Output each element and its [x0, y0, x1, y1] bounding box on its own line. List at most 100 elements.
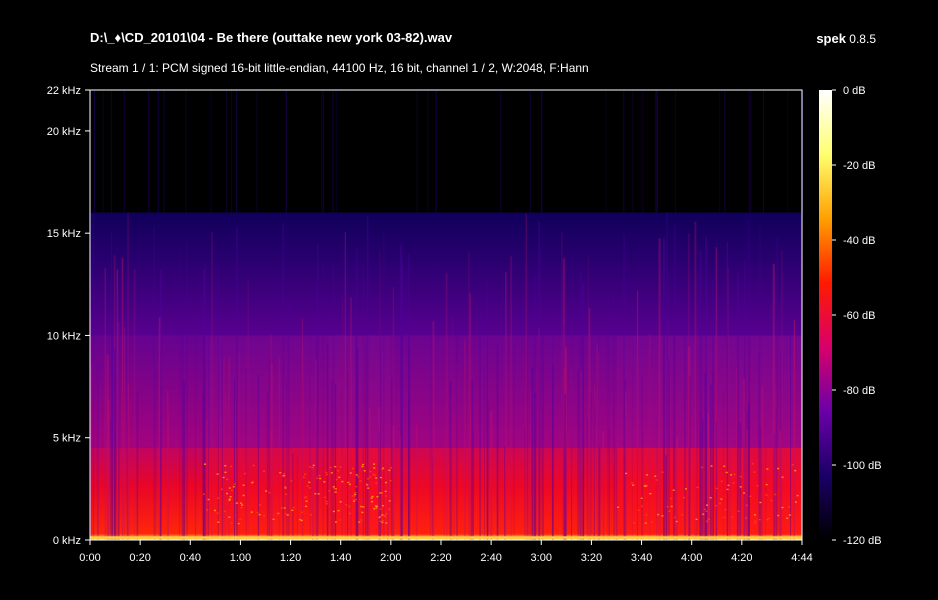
- harmonic-dot: [309, 514, 312, 516]
- spectral-streak: [745, 213, 747, 541]
- y-axis: 0 kHz 5 kHz 10 kHz 15 kHz 20 kHz 22 kHz: [47, 85, 90, 547]
- spectral-streak: [110, 419, 111, 540]
- harmonic-dot: [794, 501, 797, 503]
- harmonic-dot: [375, 477, 378, 479]
- spectral-streak: [613, 294, 616, 540]
- harmonic-dot: [749, 495, 752, 498]
- harmonic-dot: [361, 465, 364, 468]
- harmonic-dot: [335, 478, 338, 481]
- spectral-streak: [387, 449, 389, 540]
- harmonic-dot: [373, 474, 376, 476]
- spectral-streak: [596, 344, 598, 540]
- harmonic-dot: [754, 520, 757, 522]
- harmonic-dot: [765, 483, 768, 486]
- harmonic-dot: [339, 466, 342, 468]
- harmonic-dot: [228, 516, 231, 518]
- harmonic-dot: [730, 474, 733, 476]
- harmonic-dot: [371, 495, 374, 498]
- harmonic-dot: [216, 512, 219, 514]
- spectral-streak: [181, 330, 184, 540]
- harmonic-dot: [323, 481, 326, 483]
- x-tick-label: 2:00: [380, 552, 401, 564]
- harmonic-dot: [379, 476, 382, 479]
- harmonic-dot: [362, 463, 365, 466]
- spectral-streak: [344, 232, 346, 541]
- x-tick-label: 3:40: [631, 552, 652, 564]
- spectral-streak: [111, 232, 112, 540]
- x-axis: 0:00 0:20 0:40 1:00 1:20 1:40 2:00 2:20 2:40 3:00…: [79, 540, 813, 564]
- spectral-streak: [221, 342, 223, 540]
- harmonic-dot: [703, 508, 706, 511]
- harmonic-dot: [291, 509, 294, 512]
- spectral-streak: [126, 278, 128, 540]
- harmonic-dot: [258, 504, 261, 506]
- spectral-streak: [317, 243, 319, 540]
- harmonic-dot: [759, 501, 762, 504]
- spectral-streak: [332, 263, 335, 540]
- harmonic-dot: [325, 500, 328, 503]
- spectral-streak: [586, 419, 589, 540]
- harmonic-dot: [673, 516, 676, 519]
- harmonic-dot: [228, 498, 231, 500]
- harmonic-dot: [715, 487, 718, 490]
- spectral-streak: [727, 267, 730, 540]
- harmonic-dot: [347, 481, 350, 484]
- harmonic-dot: [774, 493, 777, 496]
- harmonic-dot: [278, 512, 281, 515]
- spectral-streak: [656, 90, 658, 213]
- spectral-streak: [743, 392, 745, 540]
- spectral-streak: [383, 232, 385, 540]
- harmonic-dot: [241, 504, 244, 506]
- colorbar-tick-label: -100 dB: [843, 460, 882, 472]
- spectral-streak: [525, 214, 527, 540]
- harmonic-dot: [305, 500, 308, 502]
- bass-line: [90, 536, 802, 539]
- spectral-streak: [781, 250, 783, 540]
- harmonic-dot: [358, 521, 361, 523]
- spectral-streak: [597, 352, 600, 540]
- harmonic-dot: [230, 489, 233, 492]
- harmonic-dot: [661, 471, 664, 473]
- harmonic-dot: [325, 471, 328, 474]
- harmonic-dot: [330, 472, 333, 474]
- harmonic-dot: [355, 474, 358, 476]
- harmonic-dot: [230, 522, 233, 525]
- spectral-streak: [233, 378, 235, 540]
- spectral-streak: [540, 248, 542, 541]
- harmonic-dot: [766, 468, 769, 470]
- harmonic-dot: [375, 482, 378, 484]
- spectral-streak: [160, 270, 162, 540]
- spectral-streak: [631, 280, 633, 540]
- harmonic-dot: [753, 471, 756, 473]
- y-tick-label: 5 kHz: [53, 433, 81, 445]
- spectral-streak: [287, 299, 290, 540]
- harmonic-dot: [284, 513, 287, 515]
- spectral-streak: [655, 90, 657, 213]
- harmonic-dot: [766, 519, 769, 521]
- harmonic-dot: [758, 518, 761, 521]
- harmonic-dot: [373, 508, 376, 510]
- spectral-streak: [399, 435, 401, 540]
- harmonic-dot: [332, 510, 335, 513]
- harmonic-dot: [263, 515, 266, 517]
- harmonic-dot: [695, 518, 698, 521]
- spectral-streak: [588, 307, 591, 540]
- harmonic-dot: [239, 502, 242, 504]
- spectral-streak: [270, 334, 272, 540]
- harmonic-dot: [265, 490, 268, 492]
- harmonic-dot: [720, 498, 723, 500]
- spectral-streak: [153, 227, 155, 541]
- harmonic-dot: [732, 482, 735, 484]
- spectral-streak: [104, 268, 106, 540]
- spectral-streak: [92, 214, 95, 540]
- harmonic-dot: [788, 514, 791, 516]
- spectral-streak: [179, 250, 181, 540]
- spectral-streak: [709, 384, 712, 540]
- spectral-streak: [98, 456, 100, 540]
- harmonic-dot: [633, 522, 636, 524]
- harmonic-dot: [657, 513, 660, 516]
- harmonic-dot: [286, 514, 289, 516]
- spectral-streak: [456, 333, 458, 540]
- x-tick-label: 4:44: [791, 552, 812, 564]
- harmonic-dot: [232, 486, 235, 488]
